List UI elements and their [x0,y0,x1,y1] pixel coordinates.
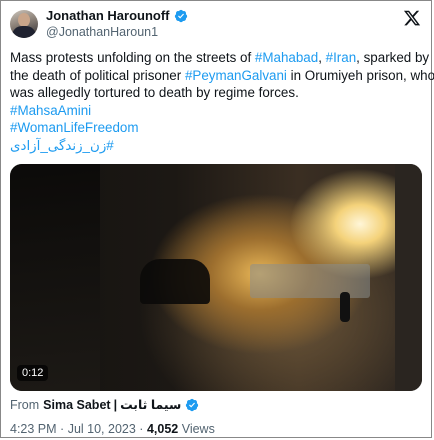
video-edge [395,164,422,391]
text-segment: , [318,50,326,65]
meta-dot: · [60,422,65,436]
avatar-body [12,26,36,38]
tweet-text: Mass protests unfolding on the streets o… [10,49,434,155]
verified-badge-icon [186,398,199,411]
text-segment: the death of political prisoner [10,67,185,83]
video-dark-region [10,164,100,391]
source-separator: | [113,397,118,412]
hashtag-mahsaamini[interactable]: #MahsaAmini [10,102,422,120]
tweet-line-3: was allegedly tortured to death by regim… [10,85,299,101]
hashtag-peymangalvani[interactable]: #PeymanGalvani [185,68,287,83]
hashtag-iran[interactable]: #Iran [326,50,357,65]
video-smoke [250,264,370,298]
author-handle[interactable]: @JonathanHaroun1 [46,25,158,39]
hashtag-womanlifefreedom[interactable]: #WomanLifeFreedom [10,119,422,137]
avatar[interactable] [10,10,38,38]
verified-badge-icon [174,9,187,22]
tweet-card: Jonathan Harounoff @JonathanHaroun1 Mass… [0,0,434,438]
tweet-line-1: Mass protests unfolding on the streets o… [10,49,429,67]
meta-dot: · [139,422,144,436]
author-display-name[interactable]: Jonathan Harounoff [46,8,170,23]
views-count: 4,052 [146,422,179,436]
hashtag-farsi-line: #زن_زندگی_آزادی [10,137,422,155]
views-label: Views [181,422,215,436]
hashtag-farsi[interactable]: #زن_زندگی_آزادی [10,138,114,153]
video-silhouette [140,259,210,304]
text-segment: in Orumiyeh prison, who [286,67,434,83]
author-name-row: Jonathan Harounoff [46,8,188,23]
source-name[interactable]: Sima Sabet [43,398,110,412]
tweet-time[interactable]: 4:23 PM [10,422,57,436]
tweet-meta-row: 4:23 PM · Jul 10, 2023 · 4,052 Views [10,422,215,436]
video-source-row: From Sima Sabet | سیما ثابت [10,397,199,412]
video-duration-badge: 0:12 [17,365,49,381]
video-figure [340,292,350,322]
text-segment: Mass protests unfolding on the streets o… [10,50,255,65]
hashtag-mahabad[interactable]: #Mahabad [255,50,318,65]
tweet-line-2: the death of political prisoner #PeymanG… [10,67,434,85]
avatar-face [18,13,30,27]
text-segment: , sparked by [356,50,430,65]
video-player[interactable]: 0:12 [10,164,422,391]
x-logo-icon[interactable] [403,9,421,27]
source-prefix: From [10,397,40,412]
source-name-farsi[interactable]: سیما ثابت [120,397,181,412]
tweet-date[interactable]: Jul 10, 2023 [68,422,136,436]
